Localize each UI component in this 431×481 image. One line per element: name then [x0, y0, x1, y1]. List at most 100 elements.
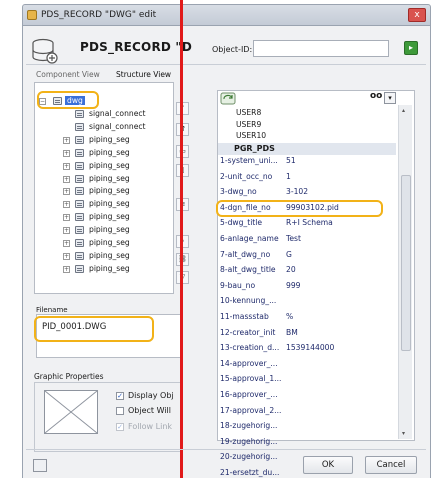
panel-toggle-icon[interactable] — [33, 459, 47, 472]
attribute-value[interactable]: 3-102 — [286, 187, 308, 196]
attribute-key: 21-ersetzt_du... — [220, 468, 280, 477]
tab-component-view[interactable]: Component View — [36, 70, 100, 79]
section-header[interactable]: PGR_PDS — [218, 143, 396, 155]
window-title: PDS_RECORD "DWG" edit — [41, 10, 157, 20]
attribute-key: 17-approval_2... — [220, 405, 282, 415]
expand-icon[interactable]: + — [63, 240, 70, 247]
expand-icon[interactable]: + — [63, 227, 70, 235]
tree-node-icon — [75, 264, 84, 273]
attribute-value[interactable]: R+I Schema — [286, 218, 333, 227]
object-id-input[interactable] — [253, 40, 389, 57]
attribute-key: 6-anlage_name — [220, 234, 279, 243]
tree-item-label: piping_seg — [89, 212, 130, 222]
attribute-key: 3-dwg_no — [220, 187, 257, 197]
close-button[interactable]: x — [408, 8, 426, 22]
expand-icon[interactable]: + — [63, 252, 70, 260]
attribute-value[interactable]: 20 — [286, 265, 296, 274]
attribute-key: USER9 — [236, 119, 262, 129]
tree-item-label: piping_seg — [89, 199, 130, 209]
expand-icon[interactable]: + — [63, 188, 70, 196]
attribute-key: 12-creator_init — [220, 327, 276, 337]
tree-node-icon — [75, 239, 84, 247]
tree-toolstrip: ⇡ ⇈ ▭ ▯ ≡ ⌕ ⛓ ▽ — [176, 94, 190, 294]
highlight-dgn-file — [216, 200, 383, 217]
tree-item-label: piping_seg — [89, 186, 130, 196]
tree-item-label: piping_seg — [89, 160, 130, 170]
attribute-key: 11-massstab — [220, 312, 269, 321]
tree-item-label: piping_seg — [89, 263, 130, 273]
attribute-value[interactable]: BM — [286, 328, 298, 337]
graphic-properties-label: Graphic Properties — [34, 372, 104, 381]
attribute-key: 8-alt_dwg_title — [220, 265, 276, 275]
refresh-icon[interactable] — [220, 92, 236, 105]
object-will-checkbox[interactable] — [116, 407, 124, 415]
tree-item-label: piping_seg — [89, 250, 130, 260]
follow-link-checkbox: ✓ — [116, 423, 124, 431]
tree-node-icon — [75, 251, 84, 260]
attribute-key: USER8 — [236, 108, 262, 117]
tree-node-icon — [75, 174, 84, 183]
attribute-key: 1-system_uni... — [220, 156, 278, 165]
attribute-key: 19-zugehorig... — [220, 436, 278, 446]
dropdown-icon[interactable]: ▾ — [384, 92, 396, 104]
attribute-key: 16-approver_... — [220, 390, 278, 399]
glasses-icon[interactable]: oo — [370, 91, 382, 101]
attribute-key: USER10 — [236, 131, 267, 140]
header-divider — [26, 64, 426, 65]
attribute-key: 5-dwg_title — [220, 218, 263, 228]
footer-divider — [26, 449, 426, 450]
attribute-value[interactable]: 1 — [286, 172, 291, 181]
scroll-down-icon[interactable]: ▾ — [402, 430, 405, 437]
attribute-value[interactable]: 999 — [286, 281, 301, 290]
attribute-value[interactable]: 51 — [286, 156, 296, 165]
app-icon — [27, 10, 37, 20]
ok-button[interactable]: OK — [303, 456, 353, 474]
expand-icon[interactable]: + — [63, 214, 70, 222]
filename-label: Filename — [36, 306, 68, 314]
attribute-key: 14-approver_... — [220, 358, 278, 368]
cancel-button[interactable]: Cancel — [365, 456, 417, 474]
tree-item-label: signal_connect — [89, 109, 146, 118]
record-title: PDS_RECORD "D — [80, 40, 193, 54]
scroll-thumb[interactable] — [401, 175, 411, 351]
apply-icon[interactable]: ▸ — [404, 41, 418, 55]
tree-item-label: signal_connect — [89, 121, 146, 131]
tree-node-icon — [75, 110, 84, 118]
attribute-key: 10-kennung_... — [220, 296, 277, 306]
red-annotation-line — [180, 0, 183, 478]
expand-icon[interactable]: + — [63, 265, 70, 273]
attribute-scrollbar[interactable]: ▴ ▾ — [398, 105, 412, 439]
attribute-value[interactable]: 1539144000 — [286, 343, 334, 352]
structure-tree[interactable]: − dwg signal_connect signal_connect + pipin… — [34, 82, 174, 294]
attribute-key: 7-alt_dwg_no — [220, 249, 271, 259]
attribute-key: 13-creation_d... — [220, 343, 280, 353]
expand-icon[interactable]: + — [63, 201, 70, 209]
attribute-value[interactable]: % — [286, 312, 293, 321]
expand-icon[interactable]: + — [63, 149, 70, 157]
tree-item-label: piping_seg — [89, 134, 130, 144]
window-titlebar: PDS_RECORD "DWG" edit x — [22, 4, 431, 26]
highlight-dwg-root — [37, 91, 99, 109]
expand-icon[interactable]: + — [63, 175, 70, 183]
tree-node-icon — [75, 200, 84, 209]
object-will-label: Object Will — [128, 406, 171, 415]
attribute-key: 20-zugehorig... — [220, 452, 278, 462]
tree-node-icon — [75, 148, 84, 157]
follow-link-label: Follow Link — [128, 422, 173, 431]
tab-structure-view[interactable]: Structure View — [116, 70, 171, 79]
expand-icon[interactable]: + — [63, 136, 70, 144]
attribute-value[interactable]: Test — [286, 234, 301, 243]
display-object-checkbox[interactable]: ✓ — [116, 392, 124, 400]
tree-node-icon — [75, 135, 84, 144]
scroll-up-icon[interactable]: ▴ — [402, 107, 405, 114]
database-icon — [32, 38, 58, 64]
tree-item-label: piping_seg — [89, 173, 130, 183]
expand-icon[interactable]: + — [63, 162, 70, 170]
display-object-label: Display Obj — [128, 391, 174, 400]
attribute-value[interactable]: G — [286, 250, 292, 259]
tree-item-label: piping_seg — [89, 147, 130, 157]
object-id-label: Object-ID: — [212, 45, 253, 54]
tree-node-icon — [75, 161, 84, 170]
attribute-key: 2-unit_occ_no — [220, 171, 273, 181]
tree-item-label: piping_seg — [89, 238, 130, 247]
